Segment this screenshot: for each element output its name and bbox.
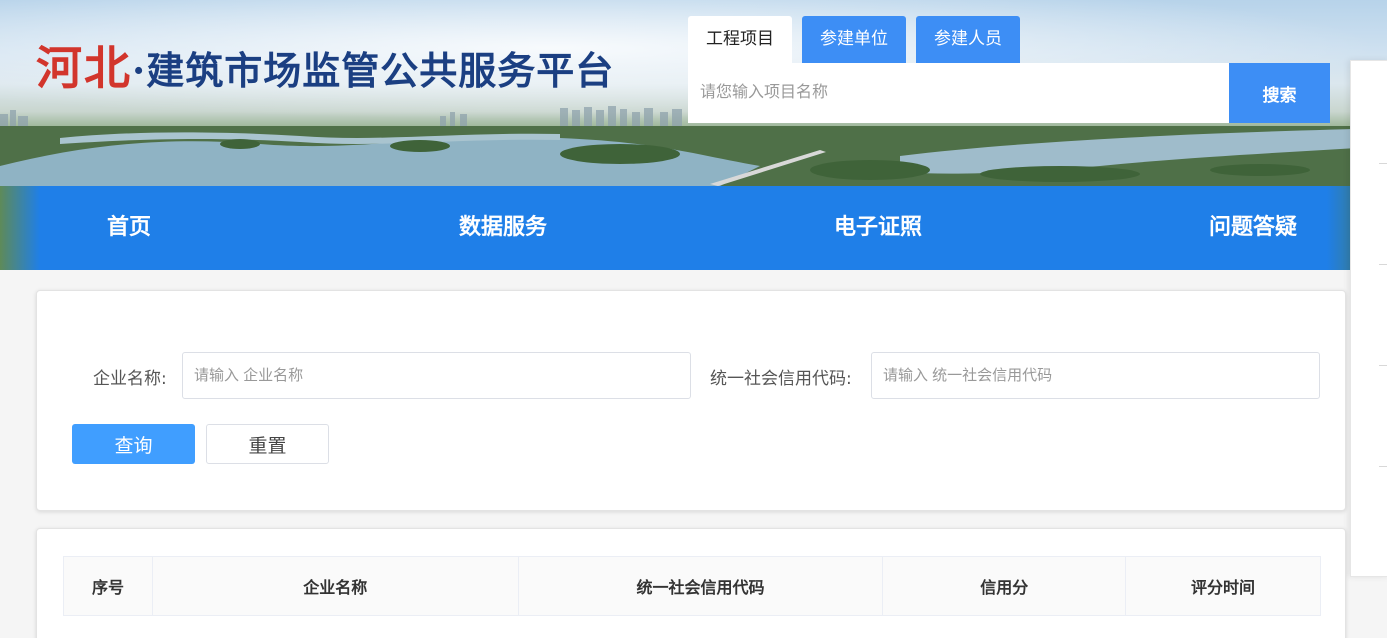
project-search-input[interactable] bbox=[688, 63, 1229, 123]
column-header-credit-score: 信用分 bbox=[882, 556, 1127, 616]
side-panel-divider bbox=[1379, 365, 1387, 366]
filter-panel: 企业名称: 统一社会信用代码: 查询 重置 bbox=[36, 290, 1346, 511]
credit-code-input[interactable] bbox=[871, 352, 1320, 399]
site-title-region: 河北 bbox=[36, 41, 132, 95]
results-panel: 序号 企业名称 统一社会信用代码 信用分 评分时间 bbox=[36, 528, 1346, 638]
search-bar: 搜索 bbox=[688, 63, 1330, 123]
side-floating-panel bbox=[1350, 60, 1387, 577]
reset-button[interactable]: 重置 bbox=[206, 424, 329, 464]
nav-item-faq[interactable]: 问题答疑 bbox=[1209, 186, 1297, 270]
site-title-platform: ·建筑市场监管公共服务平台 bbox=[132, 48, 615, 93]
side-panel-divider bbox=[1379, 264, 1387, 265]
query-button[interactable]: 查询 bbox=[72, 424, 195, 464]
side-panel-divider bbox=[1379, 163, 1387, 164]
credit-code-label: 统一社会信用代码: bbox=[710, 369, 852, 389]
search-button[interactable]: 搜索 bbox=[1229, 63, 1330, 123]
column-header-score-time: 评分时间 bbox=[1125, 556, 1321, 616]
site-title: 河北·建筑市场监管公共服务平台 bbox=[36, 32, 614, 98]
company-name-input[interactable] bbox=[182, 352, 691, 399]
column-header-credit-code: 统一社会信用代码 bbox=[517, 556, 884, 616]
side-panel-divider bbox=[1379, 466, 1387, 467]
column-header-company-name: 企业名称 bbox=[151, 556, 519, 616]
tab-participating-company[interactable]: 参建单位 bbox=[802, 16, 906, 63]
column-header-index: 序号 bbox=[63, 556, 153, 616]
nav-item-home[interactable]: 首页 bbox=[107, 186, 151, 270]
nav-item-e-certificates[interactable]: 电子证照 bbox=[834, 186, 922, 270]
nav-item-data-services[interactable]: 数据服务 bbox=[459, 186, 547, 270]
main-nav: 首页 数据服务 电子证照 问题答疑 bbox=[0, 186, 1387, 270]
results-table: 序号 企业名称 统一社会信用代码 信用分 评分时间 bbox=[63, 556, 1321, 616]
tab-participating-personnel[interactable]: 参建人员 bbox=[916, 16, 1020, 63]
search-tabs: 工程项目 参建单位 参建人员 bbox=[688, 16, 1020, 63]
company-name-label: 企业名称: bbox=[93, 369, 167, 389]
table-header-row: 序号 企业名称 统一社会信用代码 信用分 评分时间 bbox=[63, 556, 1321, 616]
tab-project[interactable]: 工程项目 bbox=[688, 16, 792, 63]
river-landscape-image bbox=[0, 126, 1387, 186]
